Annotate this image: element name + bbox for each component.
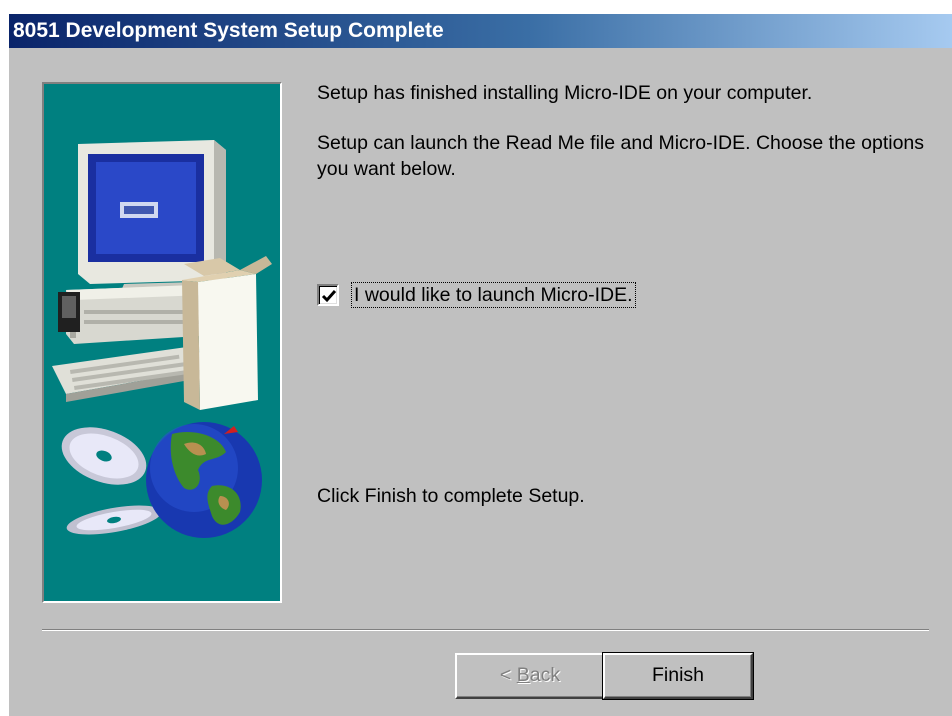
finished-installing-text: Setup has finished installing Micro-IDE …	[317, 82, 813, 104]
setup-complete-dialog: 8051 Development System Setup Complete S…	[9, 14, 952, 716]
footer-separator	[42, 629, 929, 631]
launch-checkbox[interactable]	[317, 284, 339, 306]
options-description-text: Setup can launch the Read Me file and Mi…	[317, 132, 925, 180]
window-title: 8051 Development System Setup Complete	[13, 19, 444, 42]
finish-prompt-text: Click Finish to complete Setup.	[317, 485, 585, 507]
back-button[interactable]: < Back	[455, 653, 605, 699]
finish-button[interactable]: Finish	[602, 652, 754, 700]
checkmark-icon	[321, 290, 337, 303]
computer-box-globe-cd-icon	[52, 140, 272, 538]
launch-option[interactable]: I would like to launch Micro-IDE.	[317, 280, 636, 310]
finish-button-label: Finish	[651, 664, 705, 686]
launch-checkbox-label[interactable]: I would like to launch Micro-IDE.	[351, 282, 636, 308]
setup-illustration	[42, 82, 282, 603]
title-bar[interactable]: 8051 Development System Setup Complete	[9, 14, 952, 48]
back-button-label: < Back	[499, 664, 561, 686]
